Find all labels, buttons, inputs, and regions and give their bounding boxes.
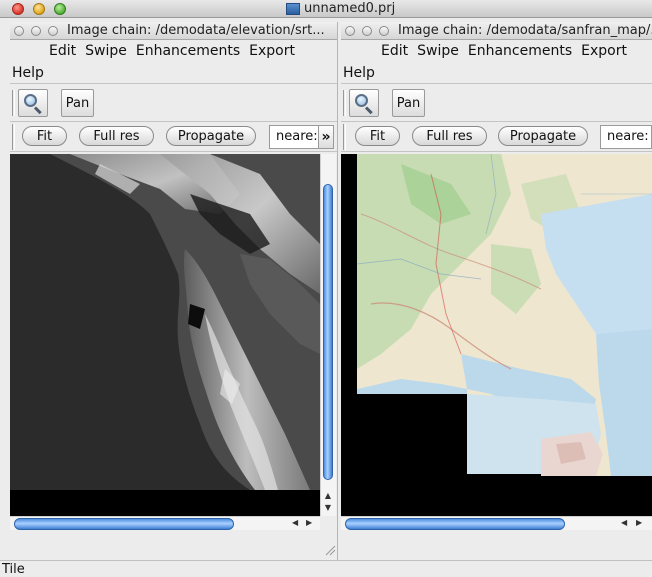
left-panel-zoom-button[interactable] (48, 26, 58, 36)
left-menu-swipe[interactable]: Swipe (85, 43, 127, 59)
right-menu-enhancements[interactable]: Enhancements (468, 43, 572, 59)
left-propagate-button[interactable]: Propagate (166, 126, 256, 146)
right-panel-titlebar: Image chain: /demodata/sanfran_map/. (341, 22, 652, 40)
left-vertical-scrollbar[interactable]: ▲ ▼ (320, 154, 336, 516)
scroll-left-arrow-icon[interactable]: ◀ (621, 518, 627, 527)
map-image-view[interactable] (341, 154, 652, 516)
right-propagate-button[interactable]: Propagate (498, 126, 588, 146)
right-horizontal-scroll-thumb[interactable] (345, 518, 565, 530)
magnifier-icon (23, 93, 43, 115)
toolbar-grip[interactable] (343, 124, 346, 150)
magnifier-icon (354, 93, 374, 115)
right-menu-help[interactable]: Help (343, 65, 375, 81)
right-horizontal-scrollbar[interactable]: ◀ ▶ (341, 516, 652, 530)
left-vertical-scroll-thumb[interactable] (323, 184, 333, 480)
left-image-chain-panel: Image chain: /demodata/elevation/srt... … (10, 22, 338, 560)
right-panel-title: Image chain: /demodata/sanfran_map/. (398, 23, 652, 38)
right-menu-swipe[interactable]: Swipe (417, 43, 459, 59)
left-horizontal-scrollbar[interactable]: ◀ ▶ (10, 516, 320, 530)
project-file-icon (286, 2, 300, 15)
scroll-right-arrow-icon[interactable]: ▶ (636, 518, 642, 527)
right-menu-edit[interactable]: Edit (381, 43, 408, 59)
topographic-map-raster (341, 154, 652, 516)
left-horizontal-scroll-thumb[interactable] (14, 518, 234, 530)
left-help-row: Help (10, 62, 337, 84)
elevation-raster (10, 154, 320, 516)
minimize-window-button[interactable] (33, 3, 45, 15)
scroll-up-arrow-icon[interactable]: ▲ (321, 490, 335, 502)
zoom-window-button[interactable] (54, 3, 66, 15)
right-zoom-button[interactable] (349, 89, 379, 117)
right-fit-button[interactable]: Fit (355, 126, 400, 146)
toolbar-grip[interactable] (343, 90, 346, 116)
window-title: unnamed0.prj (286, 1, 395, 16)
right-pan-button[interactable]: Pan (392, 89, 425, 117)
left-resize-grip[interactable] (322, 542, 336, 556)
toolbar-grip[interactable] (12, 124, 15, 150)
left-panel-titlebar: Image chain: /demodata/elevation/srt... (10, 22, 337, 40)
left-panel-minimize-button[interactable] (31, 26, 41, 36)
scroll-down-arrow-icon[interactable]: ▼ (321, 502, 335, 514)
status-bar: Tile (0, 560, 652, 577)
right-button-row: Fit Full res Propagate neare: (341, 122, 652, 152)
window-title-text: unnamed0.prj (304, 1, 396, 16)
left-button-row: Fit Full res Propagate neare: » (10, 122, 337, 152)
left-toolbar: Pan (10, 84, 337, 122)
right-full-res-button[interactable]: Full res (412, 126, 487, 146)
left-resampling-select[interactable]: neare: (269, 125, 319, 149)
left-pan-button[interactable]: Pan (61, 89, 94, 117)
left-menu-enhancements[interactable]: Enhancements (136, 43, 240, 59)
right-panel-minimize-button[interactable] (362, 26, 372, 36)
left-fit-button[interactable]: Fit (22, 126, 67, 146)
status-text: Tile (2, 562, 25, 577)
left-more-button[interactable]: » (318, 125, 334, 149)
right-toolbar: Pan (341, 84, 652, 122)
right-resampling-select[interactable]: neare: (600, 125, 652, 149)
close-window-button[interactable] (12, 3, 24, 15)
scroll-left-arrow-icon[interactable]: ◀ (292, 518, 298, 527)
left-menu-help[interactable]: Help (12, 65, 44, 81)
right-panel-zoom-button[interactable] (379, 26, 389, 36)
right-image-chain-panel: Image chain: /demodata/sanfran_map/. Edi… (341, 22, 652, 560)
left-menu-edit[interactable]: Edit (49, 43, 76, 59)
right-menu-export[interactable]: Export (581, 43, 627, 59)
right-menubar: Edit Swipe Enhancements Export (341, 40, 652, 62)
left-zoom-button[interactable] (18, 89, 48, 117)
elevation-image-view[interactable] (10, 154, 320, 516)
left-menu-export[interactable]: Export (249, 43, 295, 59)
right-panel-close-button[interactable] (345, 26, 355, 36)
left-panel-title: Image chain: /demodata/elevation/srt... (67, 23, 325, 38)
left-menubar: Edit Swipe Enhancements Export (10, 40, 337, 62)
toolbar-grip[interactable] (12, 90, 15, 116)
main-titlebar: unnamed0.prj (0, 0, 652, 18)
right-help-row: Help (341, 62, 652, 84)
left-panel-close-button[interactable] (14, 26, 24, 36)
left-full-res-button[interactable]: Full res (79, 126, 154, 146)
scroll-right-arrow-icon[interactable]: ▶ (306, 518, 312, 527)
